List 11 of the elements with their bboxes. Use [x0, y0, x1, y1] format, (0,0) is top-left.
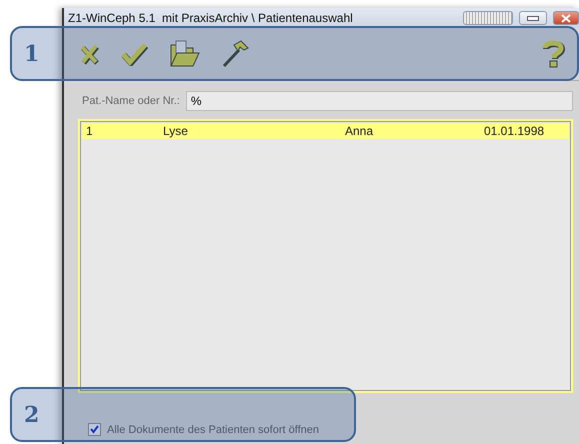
checkbox-label: Alle Dokumente des Patienten sofort öffnen — [107, 424, 319, 436]
table-cell: 01.01.1998 — [484, 124, 544, 138]
table-cell-text: 1 — [85, 124, 94, 138]
search-field[interactable]: % — [186, 91, 573, 111]
field-label: Pat.-Name oder Nr.: — [82, 95, 180, 107]
window-title: Z1-WinCeph 5.1 mit PraxisArchiv \ Patientenauswahl — [68, 11, 354, 25]
callout-number: 1 — [24, 40, 40, 66]
patient-row[interactable]: 1 Lyse Anna 01.01.1998 — [82, 123, 569, 139]
table-cell-text: Lyse — [163, 124, 189, 138]
table-cell-text: Anna — [345, 124, 374, 138]
callout-number: 2 — [24, 402, 40, 428]
